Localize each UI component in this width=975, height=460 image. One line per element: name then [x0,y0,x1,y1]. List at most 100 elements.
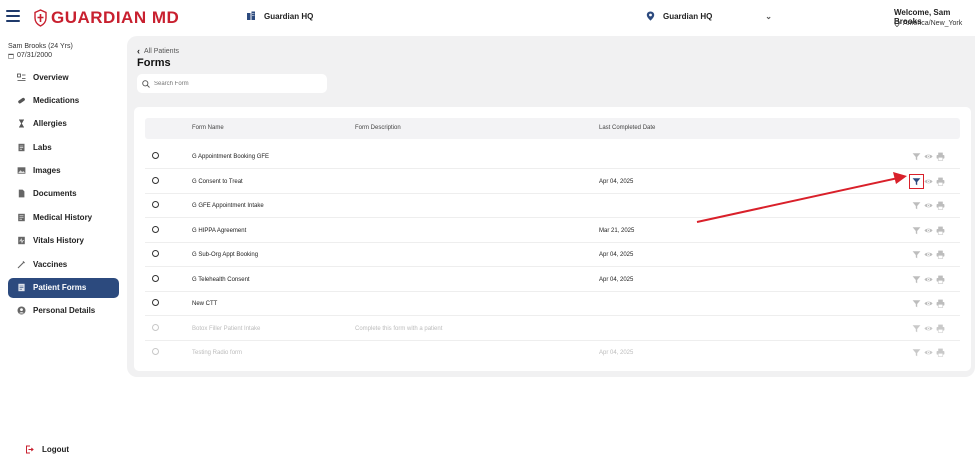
search-input[interactable] [154,80,314,87]
last-completed-date: Apr 04, 2025 [599,350,634,356]
sidebar-item-patient-forms[interactable]: Patient Forms [8,277,119,298]
eye-icon[interactable] [924,299,933,308]
filter-icon[interactable] [912,299,921,308]
row-actions [912,152,945,161]
sidebar-item-label: Documents [33,189,77,199]
org-selector[interactable]: Guardian HQ [246,11,313,21]
form-name: G HIPPA Agreement [192,227,247,234]
sidebar-item-medical-history[interactable]: Medical History [8,207,119,227]
row-radio[interactable] [152,225,159,233]
image-icon [17,166,26,175]
print-icon[interactable] [936,348,945,357]
row-actions [912,201,945,210]
print-icon[interactable] [936,226,945,235]
table-row: Botox Filler Patient Intake Complete this… [145,317,960,341]
print-icon[interactable] [936,324,945,333]
row-radio[interactable] [152,152,159,159]
table-row[interactable]: G Sub-Org Appt Booking Apr 04, 2025 [145,243,960,267]
table-row[interactable]: G Appointment Booking GFE [145,145,960,169]
eye-icon[interactable] [924,226,933,235]
row-actions [912,275,945,284]
form-name: G Consent to Treat [192,178,243,185]
row-radio[interactable] [152,274,159,282]
table-row[interactable]: G Consent to Treat Apr 04, 2025 [145,170,960,194]
shield-logo-icon [34,9,47,27]
top-bar: GUARDIAN MD Guardian HQ Guardian HQ ⌄ We… [0,0,975,36]
timezone: America/New_York [894,20,962,27]
row-radio[interactable] [152,250,159,257]
filter-icon[interactable] [912,152,921,161]
form-name: Botox Filler Patient Intake [192,325,261,332]
print-icon[interactable] [936,250,945,259]
filter-icon[interactable] [912,201,921,210]
filter-icon[interactable] [909,173,924,189]
row-actions [912,324,945,333]
eye-icon[interactable] [924,250,933,259]
table-row: Testing Radio form Apr 04, 2025 [145,341,960,365]
location-pin-icon [646,11,655,21]
sidebar-item-images[interactable]: Images [8,161,119,181]
sidebar-item-label: Personal Details [33,306,96,316]
chevron-down-icon: ⌄ [765,11,772,21]
last-completed-date: Apr 04, 2025 [599,178,634,185]
logo: GUARDIAN MD [34,9,179,27]
main-panel: ‹ All Patients Forms Form Name Form Desc… [127,36,975,377]
sidebar-item-allergies[interactable]: Allergies [8,114,119,134]
eye-icon[interactable] [924,201,933,210]
form-description: Complete this form with a patient [355,325,443,332]
location-dropdown[interactable]: Guardian HQ ⌄ [646,11,772,21]
eye-icon[interactable] [924,152,933,161]
sidebar-item-vitals-history[interactable]: Vitals History [8,231,119,251]
filter-icon[interactable] [912,226,921,235]
table-row[interactable]: G HIPPA Agreement Mar 21, 2025 [145,219,960,243]
row-actions [912,348,945,357]
calendar-icon [8,53,14,59]
print-icon[interactable] [936,152,945,161]
sidebar-nav: Overview Medications Allergies Labs Images Do… [8,67,119,324]
location-name: Guardian HQ [663,11,713,21]
person-icon [17,306,26,315]
sidebar-item-vaccines[interactable]: Vaccines [8,254,119,274]
eye-icon[interactable] [924,324,933,333]
sidebar-item-documents[interactable]: Documents [8,184,119,204]
eye-icon[interactable] [924,348,933,357]
row-actions [912,299,945,308]
document-icon [17,189,26,198]
back-link[interactable]: ‹ All Patients [137,46,179,56]
menu-icon[interactable] [6,10,20,24]
table-row[interactable]: New CTT [145,292,960,316]
print-icon[interactable] [936,275,945,284]
row-radio[interactable] [152,201,159,208]
search-box[interactable] [137,74,327,93]
sidebar-item-personal-details[interactable]: Personal Details [8,301,119,321]
filter-icon[interactable] [912,324,921,333]
eye-icon[interactable] [924,275,933,284]
forms-table: Form Name Form Description Last Complete… [134,107,971,371]
filter-icon[interactable] [912,348,921,357]
sidebar-item-label: Medications [33,95,80,105]
filter-icon[interactable] [912,250,921,259]
row-radio [152,323,159,331]
eye-icon[interactable] [924,177,933,186]
logout-button[interactable]: Logout [25,445,69,454]
location-outline-icon [894,20,900,27]
form-name: G Appointment Booking GFE [192,154,270,160]
org-name: Guardian HQ [264,11,314,21]
print-icon[interactable] [936,201,945,210]
syringe-icon [17,260,26,269]
form-name: New CTT [192,301,218,307]
sidebar-item-overview[interactable]: Overview [8,67,119,87]
form-name: Testing Radio form [192,350,243,356]
sidebar-item-labs[interactable]: Labs [8,137,119,157]
print-icon[interactable] [936,177,945,186]
row-radio[interactable] [152,299,159,306]
table-row[interactable]: G Telehealth Consent Apr 04, 2025 [145,268,960,292]
sidebar-item-medications[interactable]: Medications [8,90,119,110]
table-row[interactable]: G GFE Appointment Intake [145,194,960,218]
filter-icon[interactable] [912,275,921,284]
row-radio[interactable] [152,176,159,184]
print-icon[interactable] [936,299,945,308]
row-actions [912,250,945,259]
sidebar-item-label: Labs [33,142,52,152]
last-completed-date: Apr 04, 2025 [599,252,634,258]
